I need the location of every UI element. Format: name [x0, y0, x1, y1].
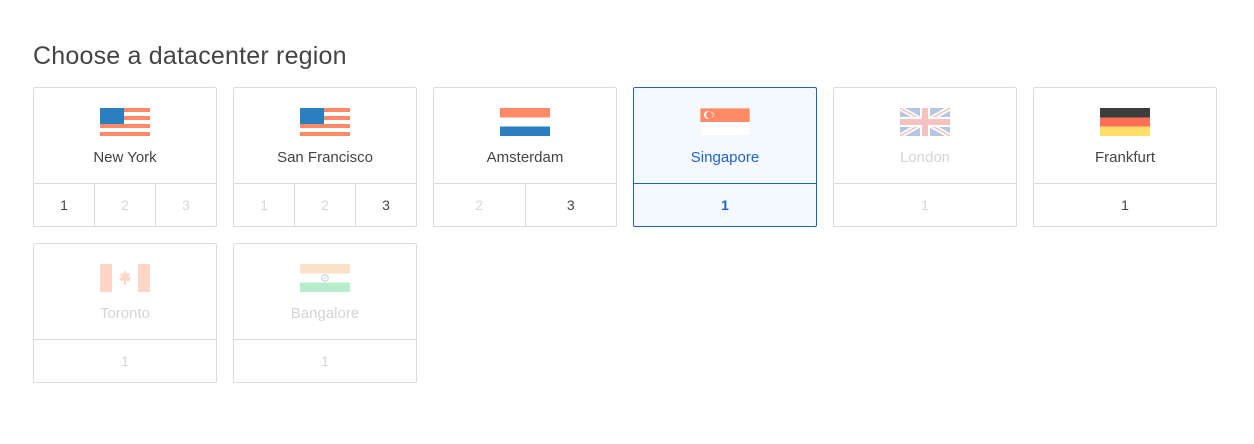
region-card-bangalore: Bangalore 1: [233, 243, 417, 383]
region-name: Amsterdam: [486, 149, 564, 166]
region-numbers: 1: [634, 183, 816, 227]
region-number-option: 1: [121, 353, 129, 369]
region-select-new-york[interactable]: New York: [34, 88, 216, 183]
singapore-flag-icon: [700, 108, 750, 136]
netherlands-flag-icon: [500, 108, 550, 136]
region-card-london: London 1: [833, 87, 1017, 227]
india-flag-icon: [300, 264, 350, 292]
region-number-option: 2: [475, 197, 484, 213]
region-card-san-francisco[interactable]: San Francisco 1 2 3: [233, 87, 417, 227]
region-number-option[interactable]: 1: [634, 184, 816, 227]
region-name: New York: [93, 149, 157, 166]
region-select-bangalore: Bangalore: [234, 244, 416, 339]
region-numbers: 1: [34, 339, 216, 383]
canada-flag-icon: [100, 264, 150, 292]
region-name: Bangalore: [290, 305, 360, 322]
region-numbers: 1 2 3: [34, 183, 216, 227]
region-number-option[interactable]: 1: [1034, 184, 1216, 227]
region-number-option[interactable]: 3: [524, 184, 617, 227]
region-name: Singapore: [690, 149, 760, 166]
us-flag-icon: [300, 108, 350, 136]
region-card-singapore[interactable]: Singapore 1: [633, 87, 817, 227]
region-select-toronto: Toronto: [34, 244, 216, 339]
region-number-option: 1: [321, 353, 329, 369]
us-flag-icon: [100, 108, 150, 136]
region-numbers: 1: [1034, 183, 1216, 227]
region-number-option[interactable]: 1: [34, 184, 94, 227]
region-name: San Francisco: [277, 149, 373, 166]
region-number-option[interactable]: 3: [355, 184, 416, 227]
region-numbers: 1: [234, 339, 416, 383]
region-card-toronto: Toronto 1: [33, 243, 217, 383]
region-card-amsterdam[interactable]: Amsterdam 2 3: [433, 87, 617, 227]
region-number-option: 2: [294, 184, 355, 227]
region-numbers: 1 2 3: [234, 183, 416, 227]
region-number-option: 3: [155, 184, 216, 227]
germany-flag-icon: [1100, 108, 1150, 136]
region-number-option: 2: [94, 184, 155, 227]
region-card-new-york[interactable]: New York 1 2 3: [33, 87, 217, 227]
region-name: Frankfurt: [1094, 149, 1155, 166]
region-card-frankfurt[interactable]: Frankfurt 1: [1033, 87, 1217, 227]
region-number-option: 1: [921, 197, 929, 213]
region-name: London: [899, 149, 951, 166]
region-name: Toronto: [99, 305, 151, 322]
region-number-option: 1: [260, 197, 268, 213]
region-numbers: 1: [834, 183, 1016, 227]
region-select-london: London: [834, 88, 1016, 183]
region-select-frankfurt[interactable]: Frankfurt: [1034, 88, 1216, 183]
region-select-amsterdam[interactable]: Amsterdam: [434, 88, 616, 183]
region-select-san-francisco[interactable]: San Francisco: [234, 88, 416, 183]
region-numbers: 2 3: [434, 183, 616, 227]
region-select-singapore[interactable]: Singapore: [634, 88, 816, 183]
page-title: Choose a datacenter region: [33, 42, 347, 70]
uk-flag-icon: [900, 108, 950, 136]
